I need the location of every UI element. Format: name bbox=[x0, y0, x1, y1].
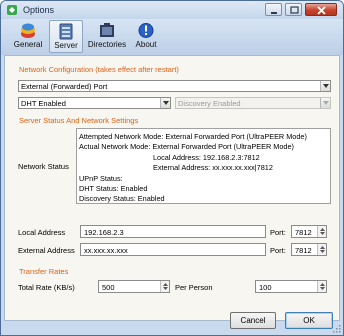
spin-arrows-icon[interactable] bbox=[317, 244, 326, 255]
total-rate-stepper[interactable]: 500 bbox=[98, 280, 170, 293]
network-config-title: Network Configuration (takes effect afte… bbox=[19, 65, 179, 74]
title-bar[interactable]: Options bbox=[1, 1, 343, 19]
options-window: Options General Server Directories About… bbox=[0, 0, 344, 336]
discovery-status-line: Discovery Status: Enabled bbox=[79, 194, 165, 203]
discovery-value: Discovery Enabled bbox=[178, 99, 241, 108]
external-address-field[interactable]: xx.xxx.xx.xxx bbox=[80, 243, 266, 256]
external-address-line: External Address: xx.xxx.xx.xxx|7812 bbox=[153, 163, 273, 172]
tab-server-label: Server bbox=[54, 41, 78, 50]
dht-select[interactable]: DHT Enabled bbox=[18, 97, 171, 109]
local-address-value: 192.168.2.3 bbox=[84, 228, 124, 237]
external-port-value: 7812 bbox=[295, 246, 312, 255]
external-port-stepper[interactable]: 7812 bbox=[291, 243, 327, 256]
tab-directories-label: Directories bbox=[87, 40, 127, 49]
external-port-label: Port: bbox=[270, 246, 286, 255]
minimize-icon bbox=[271, 12, 277, 14]
directories-icon bbox=[100, 23, 114, 37]
tab-general-label: General bbox=[13, 40, 43, 49]
total-rate-value: 500 bbox=[102, 283, 115, 292]
chevron-down-icon bbox=[160, 98, 170, 108]
local-address-label: Local Address bbox=[18, 228, 66, 237]
app-icon bbox=[7, 5, 17, 15]
local-port-stepper[interactable]: 7812 bbox=[291, 225, 327, 238]
network-mode-select[interactable]: External (Forwarded) Port bbox=[18, 80, 331, 92]
tab-about-label: About bbox=[135, 40, 157, 49]
network-mode-value: External (Forwarded) Port bbox=[21, 82, 108, 91]
about-icon bbox=[138, 23, 154, 38]
attempted-mode-line: Attempted Network Mode: External Forward… bbox=[79, 132, 307, 141]
minimize-button[interactable] bbox=[265, 3, 282, 16]
per-person-stepper[interactable]: 100 bbox=[255, 280, 327, 293]
tab-server[interactable]: Server bbox=[49, 20, 83, 53]
resize-grip-icon[interactable] bbox=[332, 324, 341, 333]
server-panel: Network Configuration (takes effect afte… bbox=[4, 55, 340, 321]
cancel-button[interactable]: Cancel bbox=[230, 312, 276, 329]
tab-general[interactable]: General bbox=[11, 20, 45, 53]
maximize-icon bbox=[290, 6, 299, 14]
transfer-rates-title: Transfer Rates bbox=[19, 267, 69, 276]
discovery-select[interactable]: Discovery Enabled bbox=[175, 97, 331, 109]
network-status-box[interactable]: Attempted Network Mode: External Forward… bbox=[76, 128, 331, 204]
per-person-value: 100 bbox=[259, 283, 272, 292]
toolbar: General Server Directories About bbox=[1, 19, 343, 55]
window-title: Options bbox=[23, 5, 55, 15]
upnp-status-line: UPnP Status: bbox=[79, 174, 123, 183]
per-person-label: Per Person bbox=[175, 283, 213, 292]
local-address-field[interactable]: 192.168.2.3 bbox=[80, 225, 266, 238]
tab-directories[interactable]: Directories bbox=[85, 20, 129, 53]
actual-mode-line: Actual Network Mode: External Forwarded … bbox=[79, 142, 294, 151]
close-icon bbox=[317, 6, 326, 15]
chevron-down-icon bbox=[320, 98, 330, 108]
total-rate-label: Total Rate (KB/s) bbox=[18, 283, 75, 292]
tab-about[interactable]: About bbox=[131, 20, 161, 53]
general-icon bbox=[21, 23, 35, 38]
dht-value: DHT Enabled bbox=[21, 99, 66, 108]
local-port-value: 7812 bbox=[295, 228, 312, 237]
network-status-label: Network Status bbox=[18, 162, 69, 171]
server-status-title: Server Status And Network Settings bbox=[19, 116, 139, 125]
maximize-button[interactable] bbox=[285, 3, 302, 16]
close-button[interactable] bbox=[305, 3, 337, 16]
local-address-line: Local Address: 192.168.2.3:7812 bbox=[153, 153, 260, 162]
spin-arrows-icon[interactable] bbox=[160, 281, 169, 292]
dht-status-line: DHT Status: Enabled bbox=[79, 184, 148, 193]
external-address-value: xx.xxx.xx.xxx bbox=[84, 246, 128, 255]
ok-button[interactable]: OK bbox=[285, 312, 333, 329]
chevron-down-icon bbox=[320, 81, 330, 91]
external-address-label: External Address bbox=[18, 246, 75, 255]
spin-arrows-icon[interactable] bbox=[317, 281, 326, 292]
server-icon bbox=[59, 23, 73, 40]
local-port-label: Port: bbox=[270, 228, 286, 237]
spin-arrows-icon[interactable] bbox=[317, 226, 326, 237]
